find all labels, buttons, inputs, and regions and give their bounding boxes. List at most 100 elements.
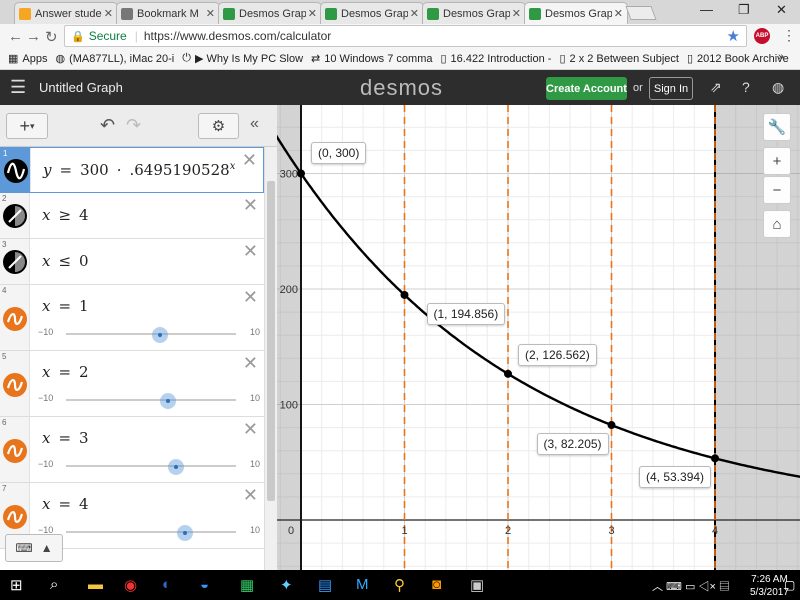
graph-title[interactable]: Untitled Graph [39, 80, 123, 95]
app-icon[interactable]: M [356, 576, 369, 593]
bookmark-item[interactable]: ▦ Apps [8, 52, 47, 66]
expression-row[interactable]: 4 x = 1 ✕ −10 10 [0, 285, 264, 351]
line-style-icon[interactable] [3, 307, 27, 331]
new-tab-button[interactable] [625, 6, 657, 20]
delete-expression-icon[interactable]: ✕ [243, 485, 258, 506]
shaded-region-icon[interactable] [3, 250, 27, 274]
line-style-icon[interactable] [3, 373, 27, 397]
line-style-icon[interactable] [3, 439, 27, 463]
browser-tab[interactable]: Bookmark M ✕ [116, 2, 220, 24]
tab-close-icon[interactable]: ✕ [206, 7, 215, 20]
slider-min[interactable]: −10 [38, 393, 53, 403]
math-input[interactable]: x = 1 [42, 297, 97, 315]
expression-row[interactable]: 1 y = 300 · .6495190528x ✕ [0, 147, 264, 193]
bookmark-item[interactable]: ⏻ ▶ Why Is My PC Slow [182, 52, 303, 65]
math-input[interactable]: y = 300 · .6495190528x [43, 161, 235, 179]
slider-track[interactable] [66, 525, 236, 541]
browser-tab[interactable]: Desmos Grap ✕ [320, 2, 424, 24]
expression-row[interactable]: 3 x ≤0 ✕ [0, 239, 264, 285]
point-label[interactable]: (2, 126.562) [518, 343, 597, 366]
delete-expression-icon[interactable]: ✕ [243, 241, 258, 262]
graph-settings-wrench-icon[interactable]: 🔧 [763, 113, 791, 141]
file-explorer-icon[interactable]: ▬ [88, 576, 103, 593]
bookmark-star-icon[interactable]: ★ [727, 27, 740, 45]
math-input[interactable]: x = 4 [42, 495, 97, 513]
add-item-button[interactable]: + ▾ [6, 113, 48, 139]
home-icon[interactable]: ⌂ [763, 210, 791, 238]
slider-track[interactable] [66, 393, 236, 409]
bookmark-item[interactable]: ▯ 16.422 Introduction - [440, 52, 551, 66]
value-slider[interactable]: −10 10 [38, 459, 260, 475]
reload-icon[interactable]: ↻ [45, 28, 58, 46]
point-label[interactable]: (1, 194.856) [426, 302, 506, 325]
value-slider[interactable]: −10 10 [38, 327, 260, 343]
graph-canvas[interactable]: 0 1 2 3 4 100 200 300 [277, 105, 800, 570]
slider-max[interactable]: 10 [250, 327, 260, 337]
back-icon[interactable]: ← [8, 28, 23, 45]
app-icon[interactable]: ▤ [318, 576, 332, 594]
delete-expression-icon[interactable]: ✕ [243, 353, 258, 374]
zoom-out-icon[interactable]: − [763, 176, 791, 204]
app-icon[interactable]: ◒ [200, 576, 209, 593]
math-input[interactable]: x = 2 [42, 363, 97, 381]
address-bar[interactable]: 🔒 Secure | https://www.desmos.com/calcul… [64, 25, 747, 47]
math-input[interactable]: x ≥4 [42, 206, 97, 224]
zoom-in-icon[interactable]: + [763, 147, 791, 175]
browser-tab[interactable]: Desmos Grap ✕ [218, 2, 322, 24]
slider-min[interactable]: −10 [38, 327, 53, 337]
slider-thumb[interactable] [168, 459, 185, 475]
bookmark-item[interactable]: ⇄ 10 Windows 7 comma [311, 52, 432, 66]
math-input[interactable]: x = 3 [42, 429, 97, 447]
chrome-icon[interactable]: ◉ [124, 576, 137, 594]
tab-close-icon[interactable]: ✕ [512, 7, 521, 20]
delete-expression-icon[interactable]: ✕ [242, 150, 257, 171]
expression-row[interactable]: 6 x = 3 ✕ −10 10 [0, 417, 264, 483]
value-slider[interactable]: −10 10 [38, 525, 260, 541]
system-tray-icons[interactable]: ︿ ⌨ ▭ ◁× ▤ [652, 578, 730, 594]
slider-track[interactable] [66, 459, 236, 475]
expression-scrollbar[interactable] [264, 147, 277, 570]
curve-style-icon[interactable] [4, 159, 28, 183]
more-bookmarks-icon[interactable]: » [778, 51, 784, 63]
create-account-button[interactable]: Create Account [546, 77, 627, 100]
forward-icon[interactable]: → [26, 28, 41, 45]
tab-close-icon[interactable]: ✕ [614, 7, 623, 20]
app-icon[interactable]: ◐ [162, 576, 171, 593]
line-style-icon[interactable] [3, 505, 27, 529]
point-label[interactable]: (0, 300) [311, 141, 367, 164]
slider-min[interactable]: −10 [38, 459, 53, 469]
slider-max[interactable]: 10 [250, 459, 260, 469]
graph-paper[interactable]: 0 1 2 3 4 100 200 300 🔧 + − ⌂ (0, 300) (1, 194.8… [277, 105, 800, 570]
share-icon[interactable]: ⇗ [710, 79, 722, 96]
math-input[interactable]: x ≤0 [42, 252, 97, 270]
scrollbar-thumb[interactable] [267, 181, 275, 501]
chrome-menu-icon[interactable]: ⋮ [782, 27, 796, 44]
delete-expression-icon[interactable]: ✕ [243, 287, 258, 308]
point-label[interactable]: (4, 53.394) [639, 466, 712, 489]
tab-close-icon[interactable]: ✕ [308, 7, 317, 20]
hamburger-menu-icon[interactable]: ☰ [10, 77, 26, 98]
delete-expression-icon[interactable]: ✕ [243, 419, 258, 440]
delete-expression-icon[interactable]: ✕ [243, 195, 258, 216]
adblock-icon[interactable]: ABP [754, 28, 770, 44]
collapse-panel-icon[interactable]: « [250, 115, 259, 133]
point-label[interactable]: (3, 82.205) [536, 433, 609, 456]
maximize-icon[interactable]: ❐ [738, 2, 750, 18]
app-icon[interactable]: ✦ [280, 576, 293, 594]
windows-start-icon[interactable]: ⊞ [10, 576, 23, 594]
slider-max[interactable]: 10 [250, 525, 260, 535]
app-icon[interactable]: ▦ [240, 576, 254, 594]
app-icon[interactable]: ▣ [470, 576, 484, 594]
expression-row[interactable]: 2 x ≥4 ✕ [0, 193, 264, 239]
expression-row[interactable]: 5 x = 2 ✕ −10 10 [0, 351, 264, 417]
graph-settings-button[interactable]: ⚙ [198, 113, 239, 139]
redo-icon[interactable]: ↷ [126, 115, 141, 136]
browser-tab[interactable]: Answer stude ✕ [14, 2, 118, 24]
app-icon[interactable]: ⚲ [394, 576, 405, 594]
bookmark-item[interactable]: ▯ 2 x 2 Between Subject [559, 52, 679, 66]
shaded-region-icon[interactable] [3, 204, 27, 228]
tab-close-icon[interactable]: ✕ [104, 7, 113, 20]
minimize-icon[interactable]: — [700, 2, 713, 17]
help-icon[interactable]: ? [742, 79, 750, 95]
sign-in-button[interactable]: Sign In [649, 77, 693, 100]
